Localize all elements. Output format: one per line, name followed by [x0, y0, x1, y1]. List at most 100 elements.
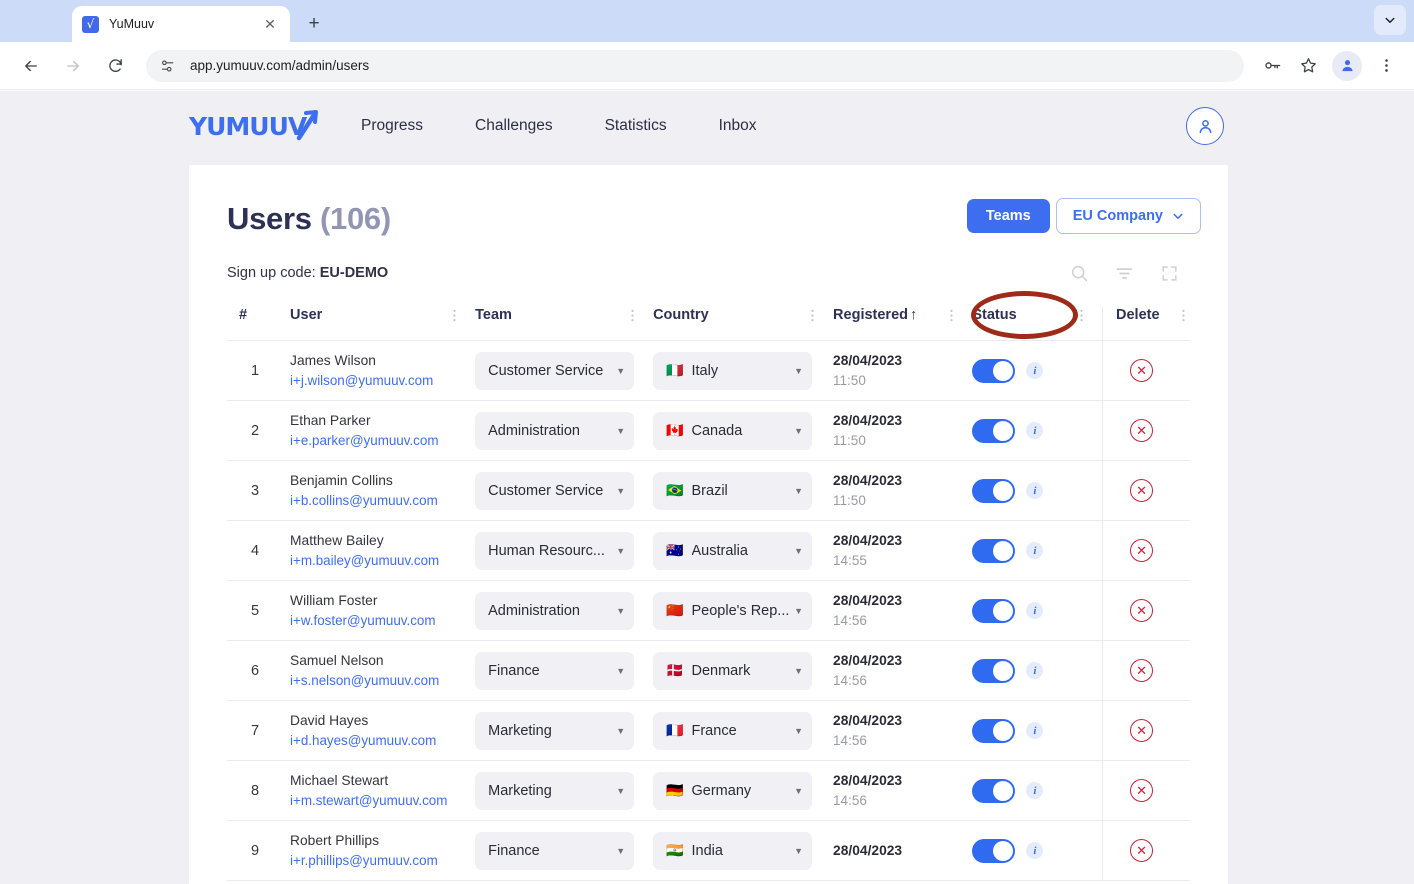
column-header-registered[interactable]: Registered ↑	[833, 307, 973, 341]
chevron-down-icon: ▼	[794, 845, 804, 856]
column-header-num[interactable]: #	[227, 307, 291, 341]
header-actions: Teams EU Company	[966, 198, 1201, 234]
delete-user-button[interactable]: ✕	[1130, 539, 1154, 562]
info-icon[interactable]: i	[1026, 602, 1044, 619]
info-icon[interactable]: i	[1026, 662, 1044, 679]
status-toggle[interactable]	[972, 358, 1016, 383]
column-header-country[interactable]: Country	[653, 307, 834, 341]
reload-icon[interactable]	[99, 50, 131, 82]
country-select[interactable]: 🇫🇷 France ▼	[653, 711, 813, 750]
user-email[interactable]: i+e.parker@yumuuv.com	[290, 431, 475, 450]
user-email[interactable]: i+r.phillips@yumuuv.com	[290, 851, 475, 870]
delete-user-button[interactable]: ✕	[1130, 359, 1154, 382]
user-email[interactable]: i+j.wilson@yumuuv.com	[290, 371, 475, 390]
user-email[interactable]: i+m.stewart@yumuuv.com	[290, 791, 475, 810]
star-icon[interactable]	[1293, 51, 1323, 81]
user-email[interactable]: i+d.hayes@yumuuv.com	[290, 731, 475, 750]
info-icon[interactable]: i	[1026, 722, 1044, 739]
team-select[interactable]: Marketing ▼	[475, 771, 635, 810]
info-icon[interactable]: i	[1026, 782, 1044, 799]
info-icon[interactable]: i	[1026, 422, 1044, 439]
delete-user-button[interactable]: ✕	[1130, 659, 1154, 682]
column-menu-icon[interactable]	[1075, 308, 1088, 323]
status-toggle[interactable]	[972, 718, 1016, 743]
back-icon[interactable]	[15, 50, 47, 82]
filter-icon[interactable]	[1112, 261, 1136, 285]
team-select[interactable]: Administration ▼	[475, 411, 635, 450]
country-select[interactable]: 🇩🇪 Germany ▼	[653, 771, 813, 810]
status-toggle[interactable]	[972, 838, 1016, 863]
info-icon[interactable]: i	[1026, 482, 1044, 499]
delete-user-button[interactable]: ✕	[1130, 839, 1154, 862]
user-avatar-button[interactable]	[1186, 107, 1224, 145]
sort-ascending-icon: ↑	[910, 307, 918, 323]
status-toggle[interactable]	[972, 778, 1016, 803]
key-icon[interactable]	[1257, 51, 1287, 81]
country-select[interactable]: 🇨🇳 People's Rep... ▼	[653, 591, 813, 630]
delete-user-button[interactable]: ✕	[1130, 779, 1154, 802]
nav-item-inbox[interactable]: Inbox	[719, 117, 757, 135]
yumuuv-logo[interactable]: YUMUUV	[189, 109, 318, 143]
user-email[interactable]: i+w.foster@yumuuv.com	[290, 611, 475, 630]
cell-status: i	[972, 820, 1103, 881]
status-toggle[interactable]	[972, 418, 1016, 443]
company-select[interactable]: EU Company	[1055, 198, 1201, 234]
column-header-delete[interactable]: Delete	[1102, 307, 1190, 341]
country-select[interactable]: 🇮🇳 India ▼	[653, 831, 813, 870]
status-toggle[interactable]	[972, 478, 1016, 503]
profile-avatar-icon[interactable]	[1332, 50, 1362, 81]
country-select-label: People's Rep...	[691, 602, 790, 619]
info-icon[interactable]: i	[1026, 842, 1044, 859]
nav-item-challenges[interactable]: Challenges	[475, 117, 553, 135]
team-select[interactable]: Finance ▼	[475, 651, 635, 690]
team-select[interactable]: Human Resourc... ▼	[475, 531, 635, 570]
site-info-icon[interactable]	[160, 57, 178, 75]
column-header-status[interactable]: Status	[972, 307, 1103, 341]
status-toggle[interactable]	[972, 658, 1016, 683]
status-toggle[interactable]	[972, 538, 1016, 563]
nav-item-progress[interactable]: Progress	[361, 117, 423, 135]
country-select[interactable]: 🇮🇹 Italy ▼	[653, 351, 813, 390]
team-select[interactable]: Customer Service ▼	[475, 471, 635, 510]
column-header-user[interactable]: User	[290, 307, 476, 341]
chevron-down-icon: ▼	[616, 605, 626, 616]
country-select[interactable]: 🇨🇦 Canada ▼	[653, 411, 813, 450]
close-icon[interactable]: ✕	[260, 14, 280, 34]
team-select[interactable]: Finance ▼	[475, 831, 635, 870]
column-menu-icon[interactable]	[448, 308, 461, 323]
team-select[interactable]: Marketing ▼	[475, 711, 635, 750]
delete-user-button[interactable]: ✕	[1130, 479, 1154, 502]
row-number: 5	[251, 602, 260, 619]
forward-icon[interactable]	[57, 50, 89, 82]
team-select[interactable]: Customer Service ▼	[475, 351, 635, 390]
column-menu-icon[interactable]	[1177, 308, 1190, 323]
chevron-down-icon[interactable]	[1374, 5, 1406, 35]
cell-delete: ✕	[1102, 700, 1190, 761]
toggle-knob	[993, 780, 1014, 801]
three-dot-menu-icon[interactable]	[1371, 51, 1401, 81]
address-bar[interactable]: app.yumuuv.com/admin/users	[146, 49, 1244, 82]
search-icon[interactable]	[1067, 261, 1091, 285]
new-tab-button[interactable]: +	[300, 10, 328, 38]
teams-button[interactable]: Teams	[966, 199, 1050, 233]
user-email[interactable]: i+s.nelson@yumuuv.com	[290, 671, 475, 690]
delete-user-button[interactable]: ✕	[1130, 599, 1154, 622]
column-header-team[interactable]: Team	[475, 307, 654, 341]
fullscreen-icon[interactable]	[1157, 261, 1181, 285]
browser-tab[interactable]: √ YuMuuv ✕	[72, 6, 290, 42]
country-select[interactable]: 🇩🇰 Denmark ▼	[653, 651, 813, 690]
delete-user-button[interactable]: ✕	[1130, 719, 1154, 742]
team-select[interactable]: Administration ▼	[475, 591, 635, 630]
column-menu-icon[interactable]	[806, 308, 819, 323]
user-email[interactable]: i+m.bailey@yumuuv.com	[290, 551, 475, 570]
delete-user-button[interactable]: ✕	[1130, 419, 1154, 442]
nav-item-statistics[interactable]: Statistics	[605, 117, 667, 135]
info-icon[interactable]: i	[1026, 362, 1044, 379]
column-menu-icon[interactable]	[626, 308, 639, 323]
status-toggle[interactable]	[972, 598, 1016, 623]
country-select[interactable]: 🇧🇷 Brazil ▼	[653, 471, 813, 510]
info-icon[interactable]: i	[1026, 542, 1044, 559]
user-email[interactable]: i+b.collins@yumuuv.com	[290, 491, 475, 510]
country-select[interactable]: 🇦🇺 Australia ▼	[653, 531, 813, 570]
column-menu-icon[interactable]	[945, 308, 958, 323]
